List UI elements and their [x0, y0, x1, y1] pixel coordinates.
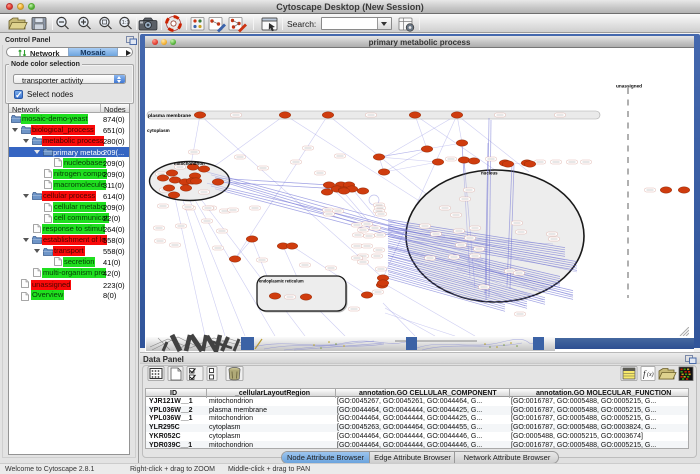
svg-text:cytoplasm: cytoplasm	[147, 128, 170, 133]
svg-text:nucleus: nucleus	[481, 171, 498, 176]
svg-text:unassigned: unassigned	[616, 84, 642, 89]
svg-text:(x): (x)	[647, 371, 654, 378]
svg-text:plasma membrane: plasma membrane	[148, 113, 191, 119]
svg-text:1:1: 1:1	[122, 20, 130, 26]
svg-text:mitochondrion: mitochondrion	[174, 161, 205, 166]
svg-text:endoplasmic reticulum: endoplasmic reticulum	[259, 279, 304, 284]
